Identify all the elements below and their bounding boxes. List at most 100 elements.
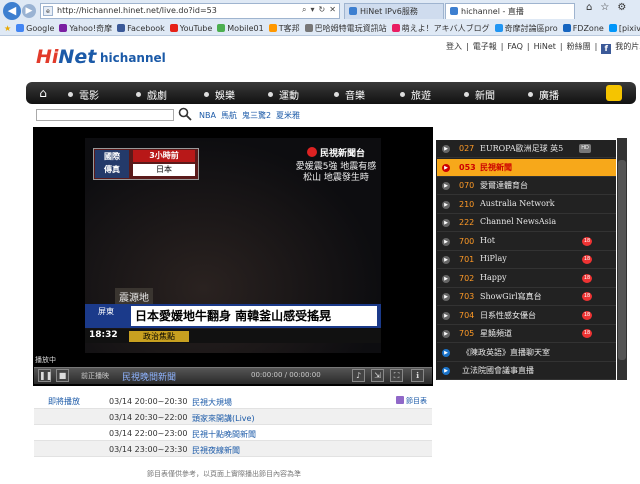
schedule-program[interactable]: 民視十點晚間新聞 [192,429,256,440]
hot-keyword[interactable]: 馬航 [221,111,237,120]
schedule-row: 03/14 23:00~23:30 民視夜線新聞 [34,441,432,457]
schedule-program[interactable]: 民視大規場 [192,397,232,408]
channel-item[interactable]: ▶ 027 EUROPA歐洲足球 英5 HD [437,140,616,158]
hot-keyword[interactable]: 鬼三驚2 [242,111,271,120]
channel-name: EUROPA歐洲足球 英5 [480,144,564,153]
channel-name: HiPlay [480,254,507,263]
favorite-icon [391,24,400,32]
favorite-link[interactable]: [pixiv] [608,21,640,36]
favorite-link[interactable]: 奇摩討論區pro [494,21,558,36]
top-link[interactable]: 粉絲團 [567,42,591,51]
tab-hinet-ipv6[interactable]: HiNet IPv6服務 [344,3,444,19]
favorite-icon [304,24,313,32]
playback-time: 00:00:00 / 00:00:00 [251,371,321,379]
now-playing-title[interactable]: 民視晚間新聞 [122,370,176,383]
special-channel-item[interactable]: ▶ 立法院國會議事直播 [437,362,616,380]
play-icon: ▶ [442,145,450,153]
schedule-time: 03/14 22:00~23:00 [109,429,188,438]
window-controls-icon[interactable]: ⌂☆⚙ [586,2,634,13]
nav-item[interactable]: 娛樂 [204,87,235,102]
favorite-link[interactable]: YouTube [169,21,212,36]
search-input[interactable] [36,109,174,121]
schedule-note: 節目表僅供參考，以頁面上實際播出節目內容為準 [147,470,301,478]
favorite-icon [608,24,617,32]
favorite-link[interactable]: FDZone [562,21,604,36]
play-icon: ▶ [442,311,450,320]
nav-item[interactable]: 新聞 [464,87,495,102]
favorite-icon [562,24,571,32]
channel-name: 日系性感女優台 [480,310,536,320]
favorite-link[interactable]: Google [16,21,54,36]
favorite-link[interactable]: Yahoo!奇摩 [59,21,112,36]
channel-number: 053 [459,162,476,172]
channel-item[interactable]: ▶ 705 星饒頻道 18 [437,325,616,343]
separator: | [559,42,563,51]
headline-text: 日本愛媛地牛翻身 南韓釜山感受搖晃 [131,306,377,326]
home-icon[interactable]: ⌂ [35,85,51,101]
channel-item[interactable]: ▶ 210 Australia Network [437,196,616,214]
video-frame[interactable]: 國際 傳真 3小時前 日本 民視新聞台 愛媛震5強 地震有感 松山 地震發生時 … [85,138,381,353]
hot-keyword[interactable]: NBA [199,111,216,120]
hot-keyword[interactable]: 夏米雅 [276,111,300,120]
search-icon[interactable] [178,107,192,121]
logo-hichannel[interactable]: hichannel [100,51,166,65]
play-icon: ▶ [442,274,450,283]
top-link[interactable]: 電子報 [473,42,497,51]
favorite-link[interactable]: 巴哈姆特電玩資訊站 [304,21,387,36]
channel-item[interactable]: ▶ 222 Channel NewsAsia [437,214,616,232]
fullscreen-icon[interactable]: ⛶ [390,369,403,382]
channel-name: 民視新聞 [480,161,512,172]
info-icon[interactable]: ℹ [411,369,424,382]
popout-icon[interactable]: ⇲ [371,369,384,382]
volume-icon[interactable]: ♪ [352,369,365,382]
nav-item[interactable]: 運動 [268,87,299,102]
facebook-icon[interactable]: f [601,44,612,54]
favorite-link[interactable]: Facebook [117,21,165,36]
channel-item[interactable]: ▶ 053 民視新聞 [437,158,616,177]
site-logo[interactable]: HiNet [36,46,96,68]
stop-icon[interactable]: ■ [56,369,69,382]
favorite-link[interactable]: 萌えよ！アキバ人ブログ [391,21,490,36]
gift-icon[interactable] [606,85,622,101]
favorite-icon [494,24,503,32]
pause-icon[interactable]: ❚❚ [38,369,52,382]
hot-keywords: NBA 馬航 鬼三驚2 夏米雅 [199,110,305,121]
now-playing-label: 前正播映 [81,372,109,380]
separator: | [466,42,469,51]
nav-item[interactable]: 戲劇 [136,87,167,102]
tab-hichannel[interactable]: hichannel - 直播 [445,3,575,19]
schedule-program[interactable]: 頭家來開講(Live) [192,413,255,424]
top-link[interactable]: 我的片單 [615,42,640,51]
favorite-link[interactable]: T客邦 [268,21,300,36]
special-channel-item[interactable]: ▶ 《陳政英語》直播聊天室 [437,344,616,362]
favorites-star-icon[interactable]: ★ [4,21,11,36]
play-icon: ▶ [442,330,450,338]
channel-item[interactable]: ▶ 703 ShowGirl寫真台 18 [437,288,616,306]
favorite-icon [268,24,277,32]
channel-item[interactable]: ▶ 700 Hot 18 [437,233,616,251]
top-link[interactable]: HiNet [534,42,556,51]
schedule-program[interactable]: 民視夜線新聞 [192,445,240,456]
channel-item[interactable]: ▶ 704 日系性感女優台 18 [437,307,616,325]
nav-item[interactable]: 廣播 [528,87,559,102]
news-tag-region: 日本 [133,164,195,176]
channel-item[interactable]: ▶ 070 愛爾達體育台 [437,177,616,195]
nav-item[interactable]: 音樂 [334,87,365,102]
top-link[interactable]: FAQ [507,42,523,51]
address-bar[interactable]: http://hichannel.hinet.net/live.do?id=53 [40,3,340,19]
scrollbar-thumb[interactable] [618,160,626,360]
play-icon: ▶ [442,219,450,227]
back-button[interactable]: ◀ [3,2,21,20]
top-links: 登入|電子報|FAQ|HiNet|粉絲團|f我的片單 [444,41,640,54]
schedule-row: 03/14 20:30~22:00 頭家來開講(Live) [34,409,432,425]
channel-item[interactable]: ▶ 702 Happy 18 [437,270,616,288]
channel-name: 愛爾達體育台 [480,181,528,190]
top-link[interactable]: 登入 [446,42,462,51]
play-icon: ▶ [442,182,450,190]
nav-item[interactable]: 電影 [68,87,99,102]
forward-button[interactable]: ▶ [22,4,36,18]
nav-item[interactable]: 旅遊 [400,87,431,102]
favorite-link[interactable]: Mobile01 [217,21,264,36]
address-actions-icon[interactable]: ⌕▾↻✕ [302,5,340,15]
channel-item[interactable]: ▶ 701 HiPlay 18 [437,251,616,269]
